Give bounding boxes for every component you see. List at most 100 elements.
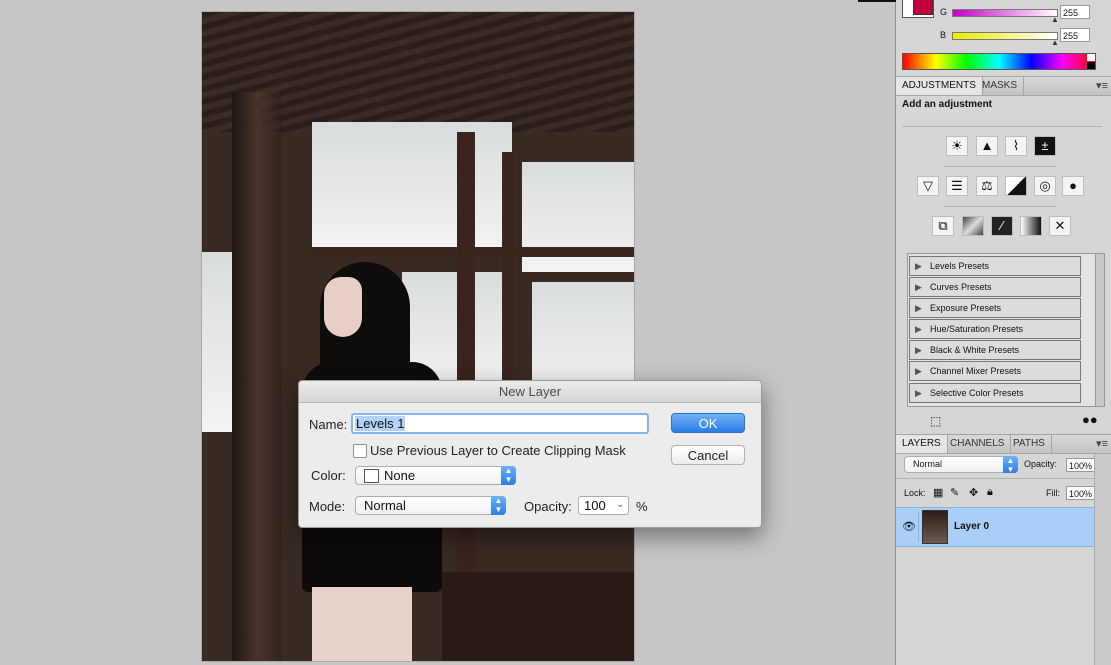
tab-layers[interactable]: LAYERS — [896, 435, 948, 453]
layers-panel: Normal ▲▼ Opacity: 100% ⌄ Lock: ▦ ✎ ✥ 🔒︎… — [896, 454, 1111, 665]
photo-frame-v — [502, 152, 514, 402]
layers-tabbar: LAYERS CHANNELS PATHS ▾≡ — [896, 434, 1111, 454]
foreground-swatch-frame[interactable] — [902, 0, 934, 18]
preset-row[interactable]: ▶ Channel Mixer Presets — [909, 361, 1081, 381]
channel-mixer-icon[interactable]: ● — [1062, 176, 1084, 196]
eye-visibility-icon[interactable]: 👁︎ — [902, 520, 916, 533]
brightness-contrast-icon[interactable]: ☀ — [946, 136, 968, 156]
panel-menu-icon[interactable]: ▾≡ — [1096, 437, 1108, 450]
name-label: Name: — [309, 417, 348, 432]
opacity-label: Opacity: — [524, 499, 572, 514]
preset-label: Exposure Presets — [930, 303, 1002, 313]
photo-window-side — [532, 282, 634, 392]
foreground-color-swatch[interactable] — [913, 0, 933, 15]
adjustments-heading: Add an adjustment — [902, 99, 993, 110]
lock-all-icon[interactable]: 🔒︎ — [987, 486, 993, 499]
b-value-field[interactable]: 255 — [1060, 28, 1090, 42]
blend-mode-select[interactable]: Normal ▲ ▼ — [904, 456, 1018, 474]
tab-masks[interactable]: MASKS — [976, 77, 1025, 95]
chevron-down-icon[interactable]: ⌄ — [616, 499, 624, 510]
adjustments-tabbar: ADJUSTMENTS MASKS ▾≡ — [896, 76, 1111, 96]
tab-channels[interactable]: CHANNELS — [944, 435, 1012, 453]
layers-scrollbar[interactable] — [1094, 454, 1111, 665]
b-slider-handle-icon[interactable]: ▲ — [1051, 38, 1059, 47]
layer-name[interactable]: Layer 0 — [954, 521, 989, 532]
clipping-mask-checkbox[interactable] — [353, 444, 367, 458]
expand-triangle-icon: ▶ — [915, 282, 922, 292]
right-panel-dock: G ▲ 255 B ▲ 255 ADJUSTMENTS MASKS ▾≡ Add… — [858, 0, 1111, 665]
ramp-black[interactable] — [1087, 62, 1095, 69]
preset-row[interactable]: ▶ Levels Presets — [909, 256, 1081, 276]
threshold-icon[interactable]: ⁄ — [991, 216, 1013, 236]
cancel-button[interactable]: Cancel — [671, 445, 745, 465]
vibrance-icon[interactable]: ▽ — [917, 176, 939, 196]
preset-label: Channel Mixer Presets — [930, 366, 1022, 376]
hue-saturation-icon[interactable]: ☰ — [946, 176, 968, 196]
panel-menu-icon[interactable]: ▾≡ — [1096, 79, 1108, 92]
layer-row[interactable]: 👁︎ Layer 0 — [896, 507, 1094, 547]
b-slider[interactable] — [952, 32, 1058, 40]
blend-mode-value: Normal — [913, 459, 943, 469]
chevron-updown-icon: ▲ ▼ — [1003, 456, 1018, 474]
preset-row[interactable]: ▶ Exposure Presets — [909, 298, 1081, 318]
preset-row[interactable]: ▶ Curves Presets — [909, 277, 1081, 297]
return-to-list-icon[interactable]: ⬚ — [930, 414, 941, 428]
black-white-icon[interactable] — [1005, 176, 1027, 196]
color-swatch — [364, 469, 379, 483]
chevron-updown-icon: ▲ ▼ — [491, 496, 506, 515]
divider — [944, 206, 1056, 207]
gradient-map-icon[interactable] — [1020, 216, 1042, 236]
expand-triangle-icon: ▶ — [915, 388, 922, 398]
photo-bench — [442, 572, 634, 661]
levels-icon[interactable]: ▲ — [976, 136, 998, 156]
photo-filter-icon[interactable]: ◎ — [1034, 176, 1056, 196]
exposure-icon[interactable]: ± — [1034, 136, 1056, 156]
color-label: Color: — [311, 468, 346, 483]
color-panel: G ▲ 255 B ▲ 255 — [858, 0, 1111, 76]
photo-figure-legs — [312, 587, 412, 661]
expand-triangle-icon: ▶ — [915, 324, 922, 334]
ramp-white[interactable] — [1087, 54, 1095, 61]
g-value-field[interactable]: 255 — [1060, 5, 1090, 19]
layer-thumbnail[interactable] — [922, 510, 948, 544]
lock-position-icon[interactable]: ✥ — [969, 486, 978, 499]
g-label: G — [940, 7, 948, 17]
mode-label: Mode: — [309, 499, 346, 514]
preset-label: Black & White Presets — [930, 345, 1020, 355]
preset-row[interactable]: ▶ Hue/Saturation Presets — [909, 319, 1081, 339]
panel-options-icon[interactable]: ●● — [1082, 412, 1098, 427]
mode-select[interactable]: Normal ▲ ▼ — [355, 496, 506, 515]
opacity-field[interactable]: 100 ⌄ — [578, 496, 629, 515]
preset-label: Levels Presets — [930, 261, 990, 271]
g-slider-handle-icon[interactable]: ▲ — [1051, 15, 1059, 24]
curves-icon[interactable]: ⌇ — [1005, 136, 1027, 156]
color-balance-icon[interactable]: ⚖ — [976, 176, 998, 196]
color-spectrum-ramp[interactable] — [902, 53, 1096, 70]
tab-paths[interactable]: PATHS — [1007, 435, 1052, 453]
tab-adjustments[interactable]: ADJUSTMENTS — [896, 77, 983, 95]
preset-row[interactable]: ▶ Black & White Presets — [909, 340, 1081, 360]
name-field[interactable]: Levels 1 — [351, 413, 649, 434]
adjustments-panel: Add an adjustment ☀ ▲ ⌇ ± ▽ ☰ ⚖ ◎ ● ⧉ ⁄ … — [896, 96, 1111, 431]
g-slider[interactable] — [952, 9, 1058, 17]
expand-triangle-icon: ▶ — [915, 261, 922, 271]
expand-triangle-icon: ▶ — [915, 303, 922, 313]
canvas-photo[interactable] — [202, 12, 634, 661]
expand-triangle-icon: ▶ — [915, 366, 922, 376]
divider — [896, 478, 1111, 479]
posterize-icon[interactable] — [962, 216, 984, 236]
lock-transparent-icon[interactable]: ▦ — [933, 486, 943, 499]
preset-row[interactable]: ▶ Selective Color Presets — [909, 383, 1081, 403]
photo-window-top — [312, 122, 512, 252]
color-select[interactable]: None ▲ ▼ — [355, 466, 516, 485]
ok-button[interactable]: OK — [671, 413, 745, 433]
b-label: B — [940, 30, 947, 40]
divider — [944, 166, 1056, 167]
layer-opacity-field[interactable]: 100% — [1066, 458, 1097, 472]
photo-pillar — [232, 92, 282, 661]
fill-field[interactable]: 100% — [1066, 486, 1097, 500]
selective-color-icon[interactable]: ✕ — [1049, 216, 1071, 236]
presets-scrollbar[interactable] — [1095, 253, 1105, 407]
lock-image-icon[interactable]: ✎ — [950, 486, 959, 499]
invert-icon[interactable]: ⧉ — [932, 216, 954, 236]
